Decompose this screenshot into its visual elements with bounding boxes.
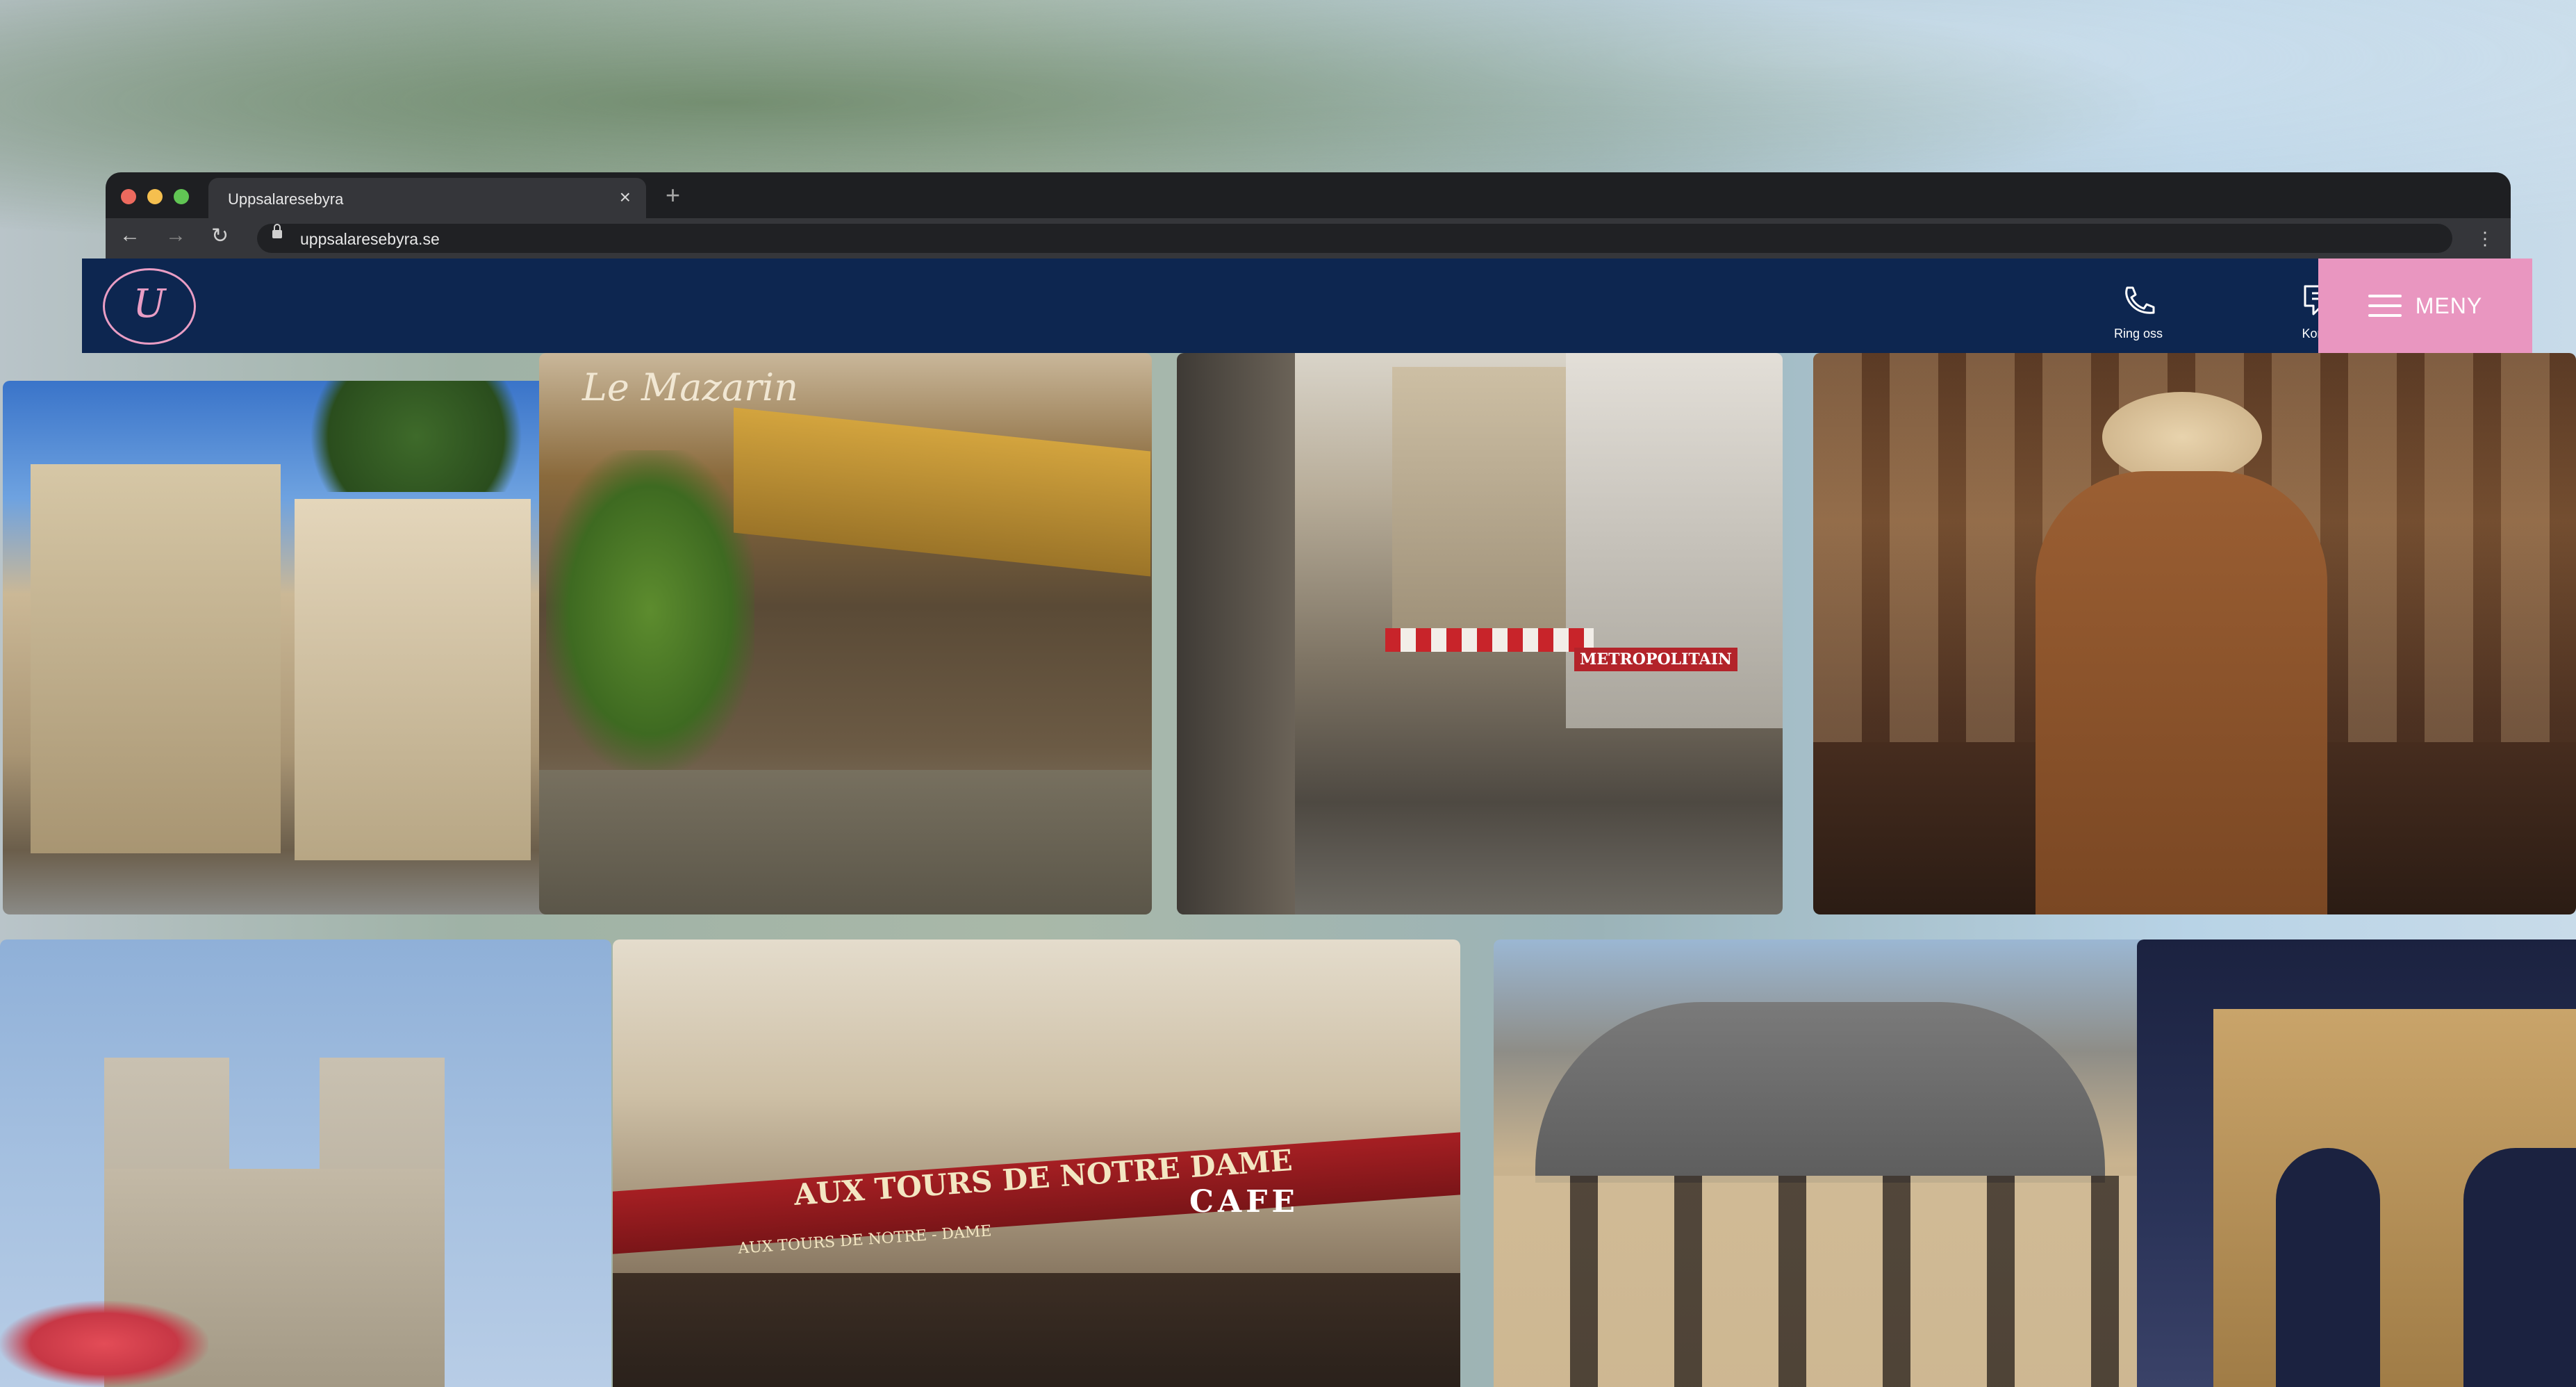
browser-tab[interactable]: Uppsalaresebyra × <box>208 178 646 218</box>
paris-boulevard-photo[interactable] <box>3 381 552 914</box>
reload-icon[interactable]: ↻ <box>211 224 229 248</box>
phone-icon <box>2097 284 2180 324</box>
metropolitain-street-photo[interactable]: METROPOLITAIN <box>1177 353 1783 914</box>
browser-window: Uppsalaresebyra × + ← → ↻ uppsalaresebyr… <box>106 172 2511 258</box>
hamburger-icon <box>2368 295 2402 317</box>
lock-icon <box>272 224 282 238</box>
tab-title: Uppsalaresebyra <box>228 190 344 208</box>
tab-close-icon[interactable]: × <box>620 186 631 208</box>
notre-dame-photo[interactable] <box>0 939 611 1387</box>
more-menu-icon[interactable]: ⋮ <box>2476 228 2494 249</box>
logo[interactable]: U <box>103 268 196 345</box>
maximize-window-icon[interactable] <box>174 189 189 204</box>
bouquiniste-woman-photo[interactable] <box>1813 353 2576 914</box>
window-controls <box>121 189 189 204</box>
le-mazarin-sign: Le Mazarin <box>582 366 798 409</box>
arc-de-triomphe-photo[interactable] <box>2137 939 2576 1387</box>
aux-tours-de-notre-dame-photo[interactable]: AUX TOURS DE NOTRE DAME CAFE AUX TOURS D… <box>613 939 1460 1387</box>
address-bar[interactable]: uppsalaresebyra.se <box>257 224 2452 253</box>
metropolitain-sign: METROPOLITAIN <box>1574 648 1738 671</box>
haussmann-building-photo[interactable] <box>1494 939 2147 1387</box>
menu-label: MENY <box>2415 293 2483 318</box>
ring-oss-label: Ring oss <box>2113 327 2163 340</box>
ring-oss-button[interactable]: Ring oss <box>2097 284 2180 341</box>
le-mazarin-cafe-photo[interactable]: Le Mazarin <box>539 353 1152 914</box>
close-window-icon[interactable] <box>121 189 136 204</box>
cafe-sign: CAFE <box>1189 1184 1299 1220</box>
back-icon[interactable]: ← <box>119 224 140 247</box>
url-text: uppsalaresebyra.se <box>300 230 440 248</box>
minimize-window-icon[interactable] <box>147 189 163 204</box>
site-header: U Ring oss Kontakt MENY <box>82 258 2532 353</box>
forward-icon[interactable]: → <box>165 224 186 247</box>
new-tab-icon[interactable]: + <box>666 181 680 210</box>
browser-toolbar: ← → ↻ uppsalaresebyra.se ⋮ <box>106 218 2511 258</box>
menu-button[interactable]: MENY <box>2318 258 2532 353</box>
